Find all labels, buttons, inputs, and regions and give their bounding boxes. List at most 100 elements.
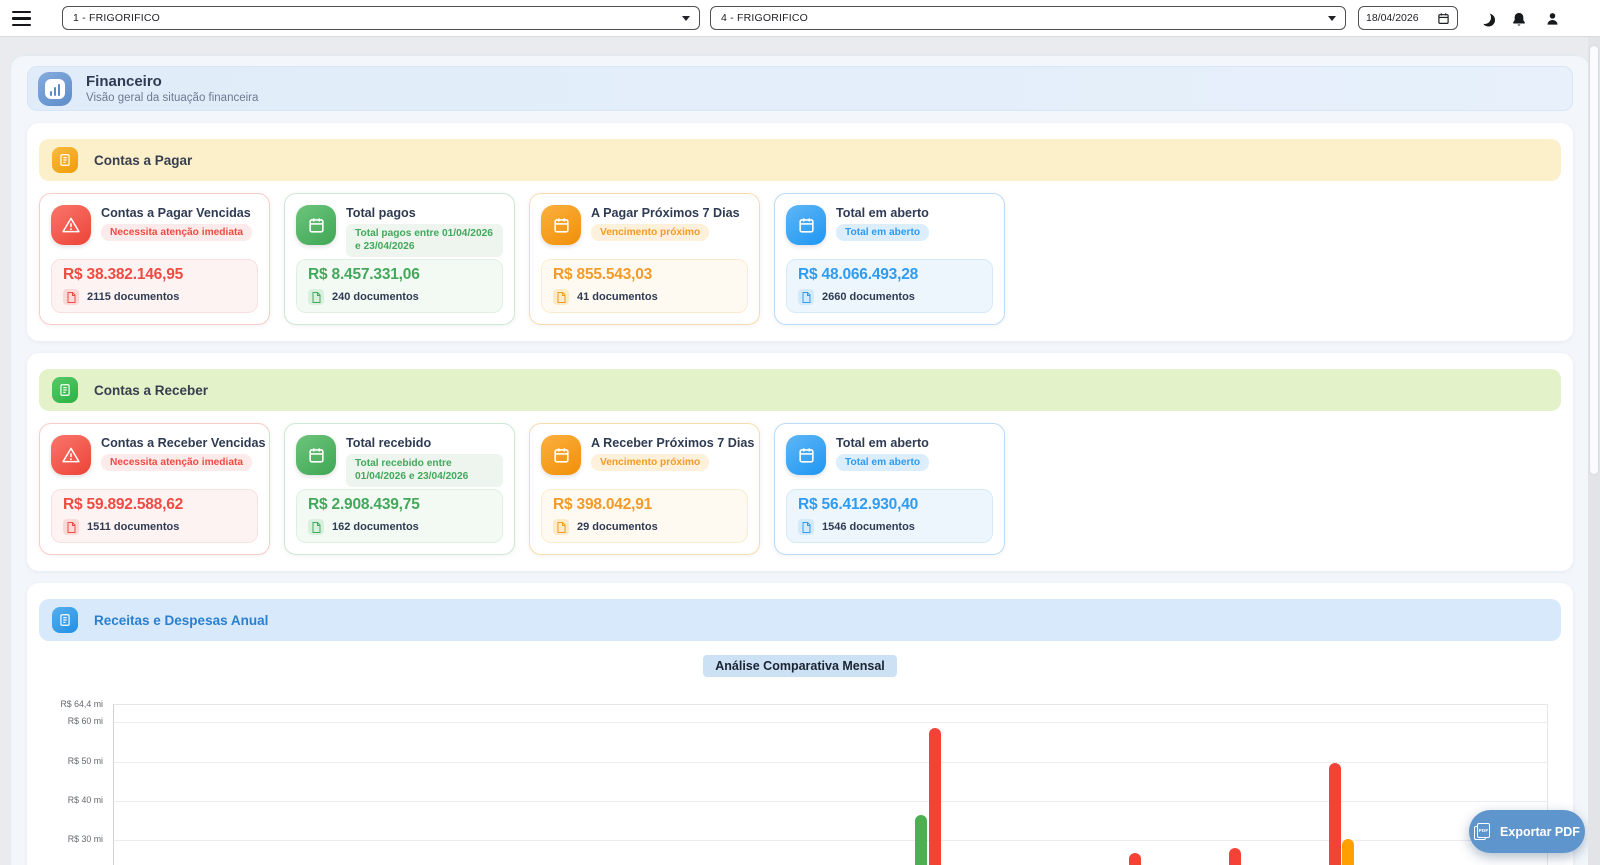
stat-docs: 2660 documentos — [822, 291, 915, 303]
notifications-bell-icon[interactable] — [1508, 8, 1530, 30]
chart-y-axis: R$ 64,4 mi R$ 60 mi R$ 50 mi R$ 40 mi R$ 30 … — [39, 699, 103, 865]
stat-badge: Total em aberto — [836, 224, 930, 241]
calendar-icon — [786, 205, 826, 245]
stat-badge: Necessita atenção imediata — [101, 454, 253, 471]
contas-a-pagar-card: Contas a Pagar Contas a Pagar Vencidas N… — [27, 123, 1573, 341]
branch-select-value: 4 - FRIGORIFICO — [721, 12, 808, 24]
document-icon — [553, 289, 569, 305]
calendar-icon — [541, 435, 581, 475]
stat-badge: Vencimento próximo — [591, 224, 710, 241]
stat-title: Total em aberto — [836, 206, 929, 220]
stat-value: R$ 2.908.439,75 — [308, 496, 420, 513]
stat-title: A Receber Próximos 7 Dias — [591, 436, 755, 450]
y-axis-tick-label: R$ 30 mi — [67, 834, 103, 845]
stat-card-total-recebido: Total recebido Total recebido entre 01/0… — [284, 423, 515, 555]
document-icon — [308, 519, 324, 535]
chart-bar-green[interactable] — [915, 815, 927, 865]
stat-value-panel: R$ 2.908.439,75 162 documentos — [296, 489, 503, 543]
document-icon — [553, 519, 569, 535]
company-select[interactable]: 1 - FRIGORIFICO — [62, 6, 700, 30]
stat-value: R$ 56.412.930,40 — [798, 496, 919, 513]
company-select-value: 1 - FRIGORIFICO — [73, 12, 160, 24]
chart-bar-red[interactable] — [1229, 848, 1241, 865]
contas-a-receber-card: Contas a Receber Contas a Receber Vencid… — [27, 353, 1573, 571]
chart-plot — [113, 704, 1548, 865]
calendar-icon — [786, 435, 826, 475]
stat-value: R$ 398.042,91 — [553, 496, 653, 513]
stat-card-pagar-total-em-aberto: Total em aberto Total em aberto R$ 48.06… — [774, 193, 1005, 325]
stat-value-panel: R$ 855.543,03 41 documentos — [541, 259, 748, 313]
stat-badge: Necessita atenção imediata — [101, 224, 253, 241]
stat-badge: Total recebido entre 01/04/2026 e 23/04/… — [346, 454, 503, 487]
stat-title: Contas a Pagar Vencidas — [101, 206, 251, 220]
chart-gridline — [114, 722, 1547, 724]
user-profile-icon[interactable] — [1541, 8, 1563, 30]
calendar-icon — [296, 205, 336, 245]
chart-bar-red[interactable] — [1329, 763, 1341, 865]
section-title: Receitas e Despesas Anual — [94, 612, 269, 628]
stat-docs: 1546 documentos — [822, 521, 915, 533]
scrollbar-track[interactable] — [1588, 37, 1600, 865]
stat-value-panel: R$ 48.066.493,28 2660 documentos — [786, 259, 993, 313]
page-subtitle: Visão geral da situação financeira — [86, 91, 259, 104]
stat-value-panel: R$ 59.892.588,62 1511 documentos — [51, 489, 258, 543]
stat-card-pagar-proximos-7-dias: A Pagar Próximos 7 Dias Vencimento próxi… — [529, 193, 760, 325]
dashboard-container: Financeiro Visão geral da situação finan… — [10, 55, 1590, 865]
stat-value: R$ 38.382.146,95 — [63, 266, 184, 283]
chart-bar-red[interactable] — [1129, 853, 1141, 865]
calendar-icon — [541, 205, 581, 245]
receipt-icon — [52, 607, 78, 633]
stat-docs: 41 documentos — [577, 291, 658, 303]
section-title: Contas a Pagar — [94, 152, 193, 168]
stat-value-panel: R$ 38.382.146,95 2115 documentos — [51, 259, 258, 313]
stat-title: Total recebido — [346, 436, 432, 450]
document-icon — [63, 519, 79, 535]
branch-select[interactable]: 4 - FRIGORIFICO — [710, 6, 1346, 30]
chart-title: Análise Comparativa Mensal — [703, 655, 897, 677]
stat-badge: Total pagos entre 01/04/2026 e 23/04/202… — [346, 224, 503, 257]
chart-area: R$ 64,4 mi R$ 60 mi R$ 50 mi R$ 40 mi R$ 30 … — [39, 699, 1561, 865]
chevron-down-icon — [1328, 16, 1336, 21]
calendar-icon[interactable] — [1437, 12, 1450, 25]
stat-docs: 2115 documentos — [87, 291, 180, 303]
y-axis-tick-label: R$ 60 mi — [67, 716, 103, 727]
chart-bar-red[interactable] — [929, 728, 941, 865]
stat-docs: 1511 documentos — [87, 521, 180, 533]
stat-card-receber-proximos-7-dias: A Receber Próximos 7 Dias Vencimento pró… — [529, 423, 760, 555]
stat-card-receber-total-em-aberto: Total em aberto Total em aberto R$ 56.41… — [774, 423, 1005, 555]
receber-cards-row: Contas a Receber Vencidas Necessita aten… — [39, 423, 1561, 555]
receitas-despesas-card: Receitas e Despesas Anual Análise Compar… — [27, 583, 1573, 865]
stat-docs: 240 documentos — [332, 291, 419, 303]
stat-value-panel: R$ 398.042,91 29 documentos — [541, 489, 748, 543]
receipt-icon — [52, 377, 78, 403]
stat-card-pagar-vencidas: Contas a Pagar Vencidas Necessita atençã… — [39, 193, 270, 325]
stat-title: Total pagos — [346, 206, 416, 220]
stat-docs: 162 documentos — [332, 521, 419, 533]
stat-title: A Pagar Próximos 7 Dias — [591, 206, 740, 220]
dark-mode-moon-icon[interactable] — [1476, 8, 1498, 30]
stat-value: R$ 48.066.493,28 — [798, 266, 919, 283]
stat-docs: 29 documentos — [577, 521, 658, 533]
document-icon — [308, 289, 324, 305]
stat-title: Total em aberto — [836, 436, 929, 450]
contas-a-receber-banner: Contas a Receber — [39, 369, 1561, 411]
financeiro-header-banner: Financeiro Visão geral da situação finan… — [27, 66, 1573, 111]
stat-value: R$ 59.892.588,62 — [63, 496, 184, 513]
scrollbar-thumb[interactable] — [1589, 45, 1599, 475]
stat-value: R$ 8.457.331,06 — [308, 266, 420, 283]
stat-badge: Total em aberto — [836, 454, 930, 471]
export-pdf-button[interactable]: PDF Exportar PDF — [1469, 810, 1585, 853]
chevron-down-icon — [682, 16, 690, 21]
date-input[interactable]: 18/04/2026 — [1358, 6, 1458, 30]
warning-icon — [51, 435, 91, 475]
hamburger-menu-icon[interactable] — [12, 11, 31, 26]
stat-value: R$ 855.543,03 — [553, 266, 653, 283]
finance-chart-icon — [38, 71, 72, 106]
top-bar: 1 - FRIGORIFICO 4 - FRIGORIFICO 18/04/20… — [0, 0, 1600, 37]
document-icon — [798, 289, 814, 305]
stat-card-receber-vencidas: Contas a Receber Vencidas Necessita aten… — [39, 423, 270, 555]
warning-icon — [51, 205, 91, 245]
document-icon — [63, 289, 79, 305]
export-pdf-label: Exportar PDF — [1500, 824, 1580, 839]
chart-bar-orange[interactable] — [1342, 839, 1354, 865]
